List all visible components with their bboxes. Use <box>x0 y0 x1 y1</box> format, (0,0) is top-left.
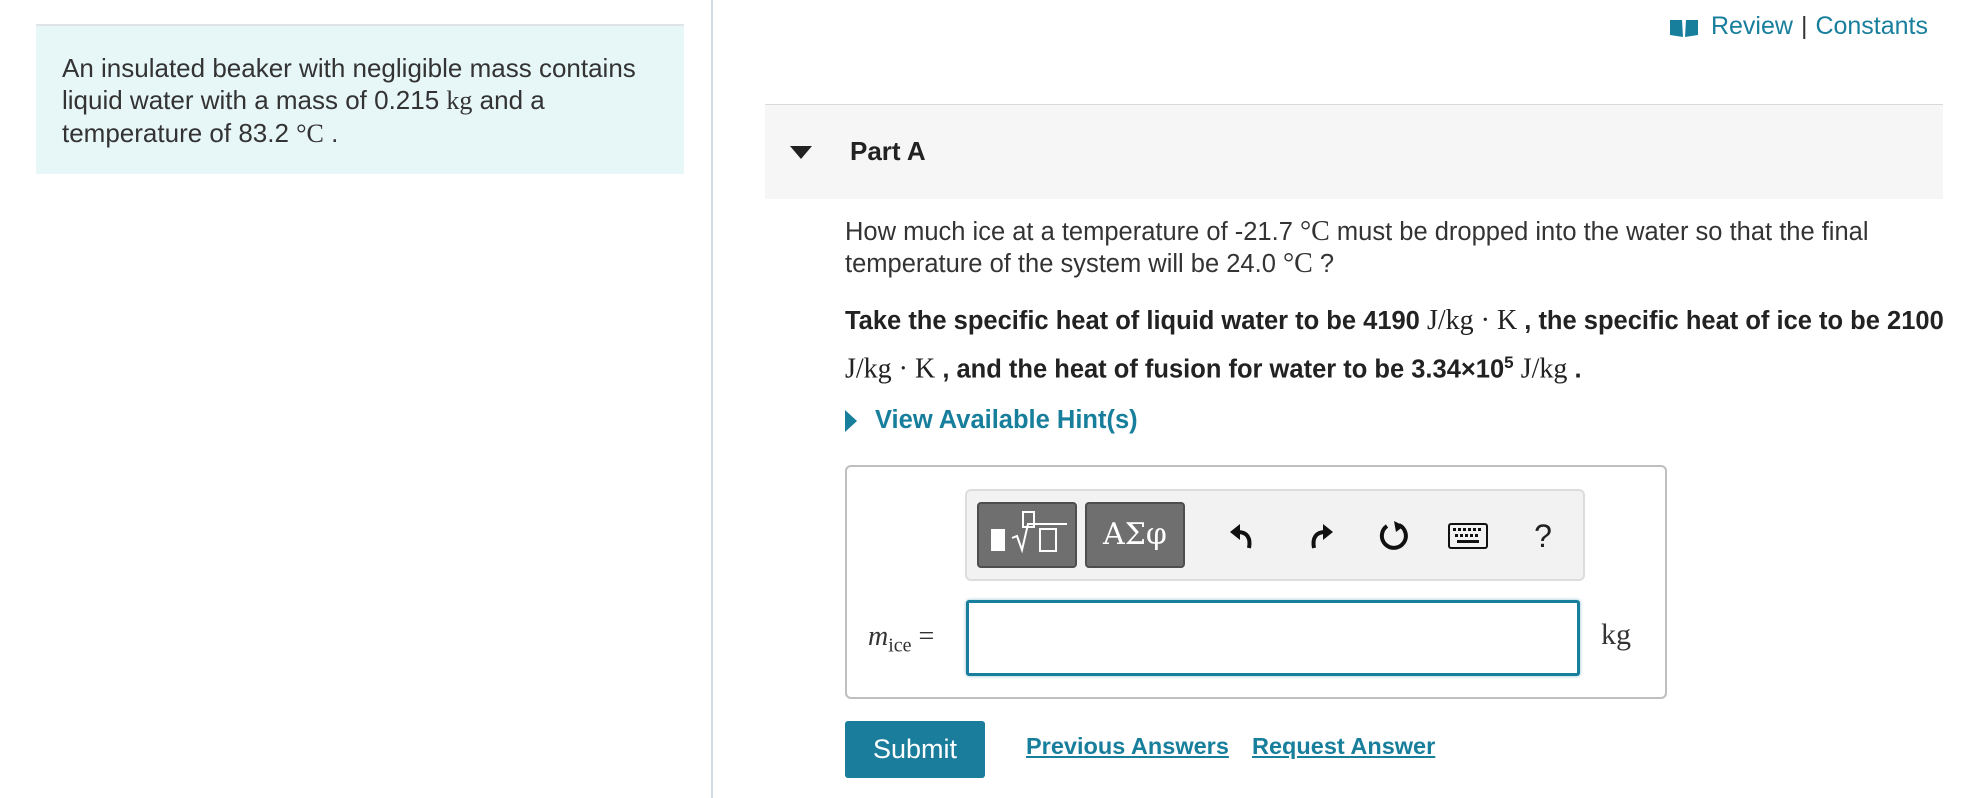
unit-j-per-kg: J/kg <box>1520 353 1568 385</box>
equals-sign: = <box>911 621 935 652</box>
book-icon <box>1669 19 1698 37</box>
given-constants: Take the specific heat of liquid water t… <box>845 300 1955 391</box>
unit-celsius: °C <box>296 119 324 148</box>
answer-variable-label: mice = <box>868 620 934 658</box>
expand-triangle-icon <box>845 409 857 432</box>
panel-divider <box>711 0 713 798</box>
keyboard-button[interactable] <box>1445 513 1491 559</box>
request-answer-link[interactable]: Request Answer <box>1252 733 1435 760</box>
instr-part-3: , and the heat of fusion for water to be… <box>935 355 1505 384</box>
problem-text-1: An insulated beaker with negligible mass… <box>62 53 636 115</box>
variable-subscript: ice <box>888 634 912 657</box>
redo-icon <box>1311 524 1333 549</box>
answer-input[interactable] <box>966 600 1580 676</box>
resource-links: Review | Constants <box>1669 12 1928 41</box>
part-header[interactable] <box>765 104 1943 199</box>
question-part-1: How much ice at a temperature of -21.7 <box>845 218 1300 246</box>
unit-kg: kg <box>446 86 473 115</box>
question-text: How much ice at a temperature of -21.7 °… <box>845 216 1955 280</box>
unit-celsius: °C <box>1299 216 1330 247</box>
keyboard-icon <box>1448 523 1488 549</box>
previous-answers-link[interactable]: Previous Answers <box>1026 733 1229 760</box>
answer-unit: kg <box>1601 618 1631 651</box>
instr-part-4: . <box>1567 355 1582 384</box>
reset-icon <box>1379 521 1408 550</box>
collapse-caret-icon[interactable] <box>790 146 812 159</box>
unit-j-per-kg-k: J/kg · K <box>1426 305 1518 336</box>
reset-button[interactable] <box>1371 513 1417 559</box>
question-part-3: ? <box>1312 250 1335 278</box>
redo-button[interactable] <box>1297 513 1343 559</box>
hints-toggle[interactable]: View Available Hint(s) <box>845 406 1138 435</box>
link-separator: | <box>1800 12 1808 40</box>
hints-label: View Available Hint(s) <box>875 406 1138 434</box>
constants-link[interactable]: Constants <box>1815 12 1928 41</box>
submit-button[interactable]: Submit <box>845 721 985 778</box>
templates-icon <box>991 511 1067 554</box>
problem-text-3: . <box>323 118 339 148</box>
variable-m: m <box>868 621 889 652</box>
instr-part-2: , the specific heat of ice to be 2100 <box>1517 307 1944 335</box>
undo-button[interactable] <box>1220 513 1266 559</box>
instr-part-1: Take the specific heat of liquid water t… <box>845 307 1427 335</box>
unit-j-per-kg-k: J/kg · K <box>845 353 936 385</box>
unit-celsius: °C <box>1282 248 1313 279</box>
part-title: Part A <box>850 136 926 166</box>
math-toolbar: ΑΣφ ? <box>965 489 1585 581</box>
templates-button[interactable] <box>977 502 1077 568</box>
review-link[interactable]: Review <box>1711 12 1793 41</box>
undo-icon <box>1230 524 1252 549</box>
help-button[interactable]: ? <box>1520 513 1566 559</box>
problem-statement: An insulated beaker with negligible mass… <box>36 24 684 174</box>
exponent: 5 <box>1504 353 1514 372</box>
greek-symbols-button[interactable]: ΑΣφ <box>1085 502 1185 568</box>
